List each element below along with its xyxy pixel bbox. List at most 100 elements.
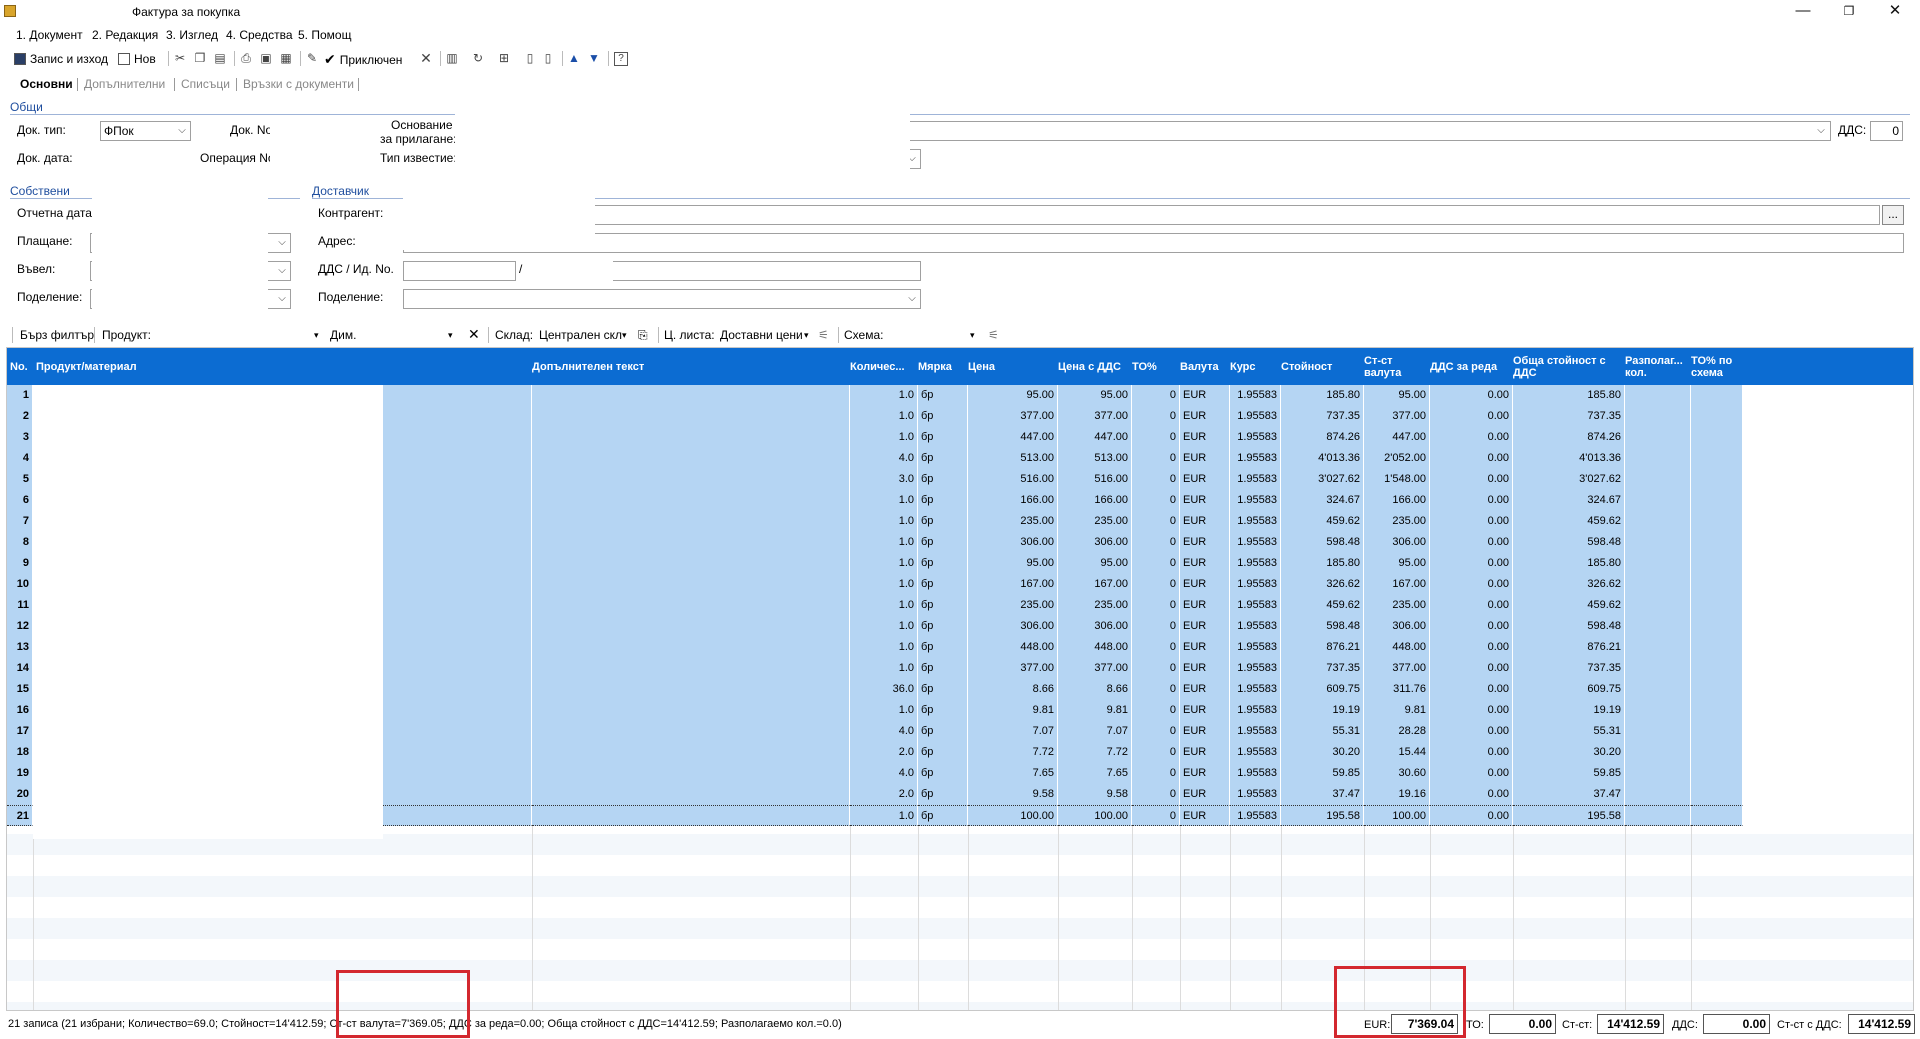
finished-button[interactable]: ✔ Приключен [324, 50, 402, 68]
cell-value[interactable]: 874.26 [1281, 427, 1364, 448]
cell-to-scheme[interactable] [1691, 385, 1743, 406]
cell-available-qty[interactable] [1625, 637, 1691, 658]
cell-vat-row[interactable]: 0.00 [1430, 805, 1513, 826]
cell-no[interactable]: 9 [7, 553, 33, 574]
header-to-percent[interactable]: ТО% [1132, 348, 1180, 385]
cell-to-scheme[interactable] [1691, 637, 1743, 658]
cell-currency[interactable]: EUR [1180, 448, 1230, 469]
cell-rate[interactable]: 1.95583 [1230, 805, 1281, 826]
cell-no[interactable]: 19 [7, 763, 33, 784]
help-icon[interactable]: ? [614, 52, 628, 66]
cell-unit[interactable]: бр [918, 637, 968, 658]
cell-vat-row[interactable]: 0.00 [1430, 490, 1513, 511]
cell-currency[interactable]: EUR [1180, 406, 1230, 427]
cell-to-percent[interactable]: 0 [1132, 784, 1180, 805]
cell-quantity[interactable]: 1.0 [850, 532, 918, 553]
cell-total-vat[interactable]: 185.80 [1513, 553, 1625, 574]
cell-currency[interactable]: EUR [1180, 763, 1230, 784]
cell-available-qty[interactable] [1625, 574, 1691, 595]
header-to-scheme[interactable]: ТО% по схема [1691, 348, 1755, 385]
cell-rate[interactable]: 1.95583 [1230, 700, 1281, 721]
cell-unit[interactable]: бр [918, 700, 968, 721]
cell-to-percent[interactable]: 0 [1132, 490, 1180, 511]
cell-vat-row[interactable]: 0.00 [1430, 679, 1513, 700]
cell-no[interactable]: 2 [7, 406, 33, 427]
cell-no[interactable]: 15 [7, 679, 33, 700]
cell-unit[interactable]: бр [918, 511, 968, 532]
cell-rate[interactable]: 1.95583 [1230, 448, 1281, 469]
cell-price[interactable]: 100.00 [968, 805, 1058, 826]
cell-price[interactable]: 7.65 [968, 763, 1058, 784]
cell-quantity[interactable]: 4.0 [850, 721, 918, 742]
cell-price-vat[interactable]: 95.00 [1058, 385, 1132, 406]
cell-product-extra[interactable] [383, 721, 532, 742]
cell-currency[interactable]: EUR [1180, 700, 1230, 721]
cell-available-qty[interactable] [1625, 406, 1691, 427]
cell-vat-row[interactable]: 0.00 [1430, 658, 1513, 679]
cell-quantity[interactable]: 4.0 [850, 448, 918, 469]
cell-unit[interactable]: бр [918, 763, 968, 784]
cell-to-scheme[interactable] [1691, 595, 1743, 616]
cell-vat-row[interactable]: 0.00 [1430, 469, 1513, 490]
cell-additional-text[interactable] [532, 427, 850, 448]
cell-price[interactable]: 8.66 [968, 679, 1058, 700]
header-price-vat[interactable]: Цена с ДДС [1058, 348, 1132, 385]
copy-page-icon[interactable]: ▯ [540, 50, 556, 66]
cell-currency-value[interactable]: 235.00 [1364, 511, 1430, 532]
cell-price-vat[interactable]: 377.00 [1058, 658, 1132, 679]
cell-rate[interactable]: 1.95583 [1230, 553, 1281, 574]
tab-main[interactable]: Основни [20, 77, 73, 91]
vat-field[interactable]: 0 [1870, 121, 1903, 141]
cell-product-extra[interactable] [383, 805, 532, 826]
cut-icon[interactable]: ✂ [172, 50, 188, 66]
cell-no[interactable]: 7 [7, 511, 33, 532]
cell-to-percent[interactable]: 0 [1132, 763, 1180, 784]
cell-available-qty[interactable] [1625, 742, 1691, 763]
cell-total-vat[interactable]: 598.48 [1513, 532, 1625, 553]
cell-available-qty[interactable] [1625, 805, 1691, 826]
cell-rate[interactable]: 1.95583 [1230, 595, 1281, 616]
menu-document[interactable]: 1. Документ [16, 28, 83, 42]
cell-available-qty[interactable] [1625, 490, 1691, 511]
cell-rate[interactable]: 1.95583 [1230, 637, 1281, 658]
cell-vat-row[interactable]: 0.00 [1430, 637, 1513, 658]
cell-additional-text[interactable] [532, 721, 850, 742]
header-currency[interactable]: Валута [1180, 348, 1230, 385]
minimize-button[interactable]: — [1780, 0, 1826, 22]
cell-rate[interactable]: 1.95583 [1230, 532, 1281, 553]
chevron-down-icon[interactable]: ⌵ [905, 290, 919, 308]
cell-total-vat[interactable]: 37.47 [1513, 784, 1625, 805]
cell-to-percent[interactable]: 0 [1132, 595, 1180, 616]
cell-available-qty[interactable] [1625, 784, 1691, 805]
cell-price-vat[interactable]: 8.66 [1058, 679, 1132, 700]
cell-to-percent[interactable]: 0 [1132, 574, 1180, 595]
cell-to-scheme[interactable] [1691, 406, 1743, 427]
cell-quantity[interactable]: 1.0 [850, 553, 918, 574]
cell-to-percent[interactable]: 0 [1132, 742, 1180, 763]
cell-currency-value[interactable]: 9.81 [1364, 700, 1430, 721]
cell-value[interactable]: 185.80 [1281, 553, 1364, 574]
cell-value[interactable]: 195.58 [1281, 805, 1364, 826]
cell-rate[interactable]: 1.95583 [1230, 469, 1281, 490]
cell-unit[interactable]: бр [918, 658, 968, 679]
cell-total-vat[interactable]: 326.62 [1513, 574, 1625, 595]
cell-quantity[interactable]: 1.0 [850, 805, 918, 826]
cell-unit[interactable]: бр [918, 574, 968, 595]
cell-to-scheme[interactable] [1691, 763, 1743, 784]
cell-unit[interactable]: бр [918, 721, 968, 742]
cell-no[interactable]: 11 [7, 595, 33, 616]
cell-quantity[interactable]: 1.0 [850, 511, 918, 532]
cell-currency-value[interactable]: 235.00 [1364, 595, 1430, 616]
cell-quantity[interactable]: 1.0 [850, 595, 918, 616]
cell-vat-row[interactable]: 0.00 [1430, 448, 1513, 469]
cell-unit[interactable]: бр [918, 679, 968, 700]
cell-price[interactable]: 377.00 [968, 406, 1058, 427]
cell-to-scheme[interactable] [1691, 658, 1743, 679]
menu-tools[interactable]: 4. Средства [226, 28, 293, 42]
product-filter-input[interactable] [158, 325, 328, 345]
cell-rate[interactable]: 1.95583 [1230, 574, 1281, 595]
cell-additional-text[interactable] [532, 490, 850, 511]
cell-currency[interactable]: EUR [1180, 784, 1230, 805]
cell-price-vat[interactable]: 447.00 [1058, 427, 1132, 448]
cell-available-qty[interactable] [1625, 700, 1691, 721]
